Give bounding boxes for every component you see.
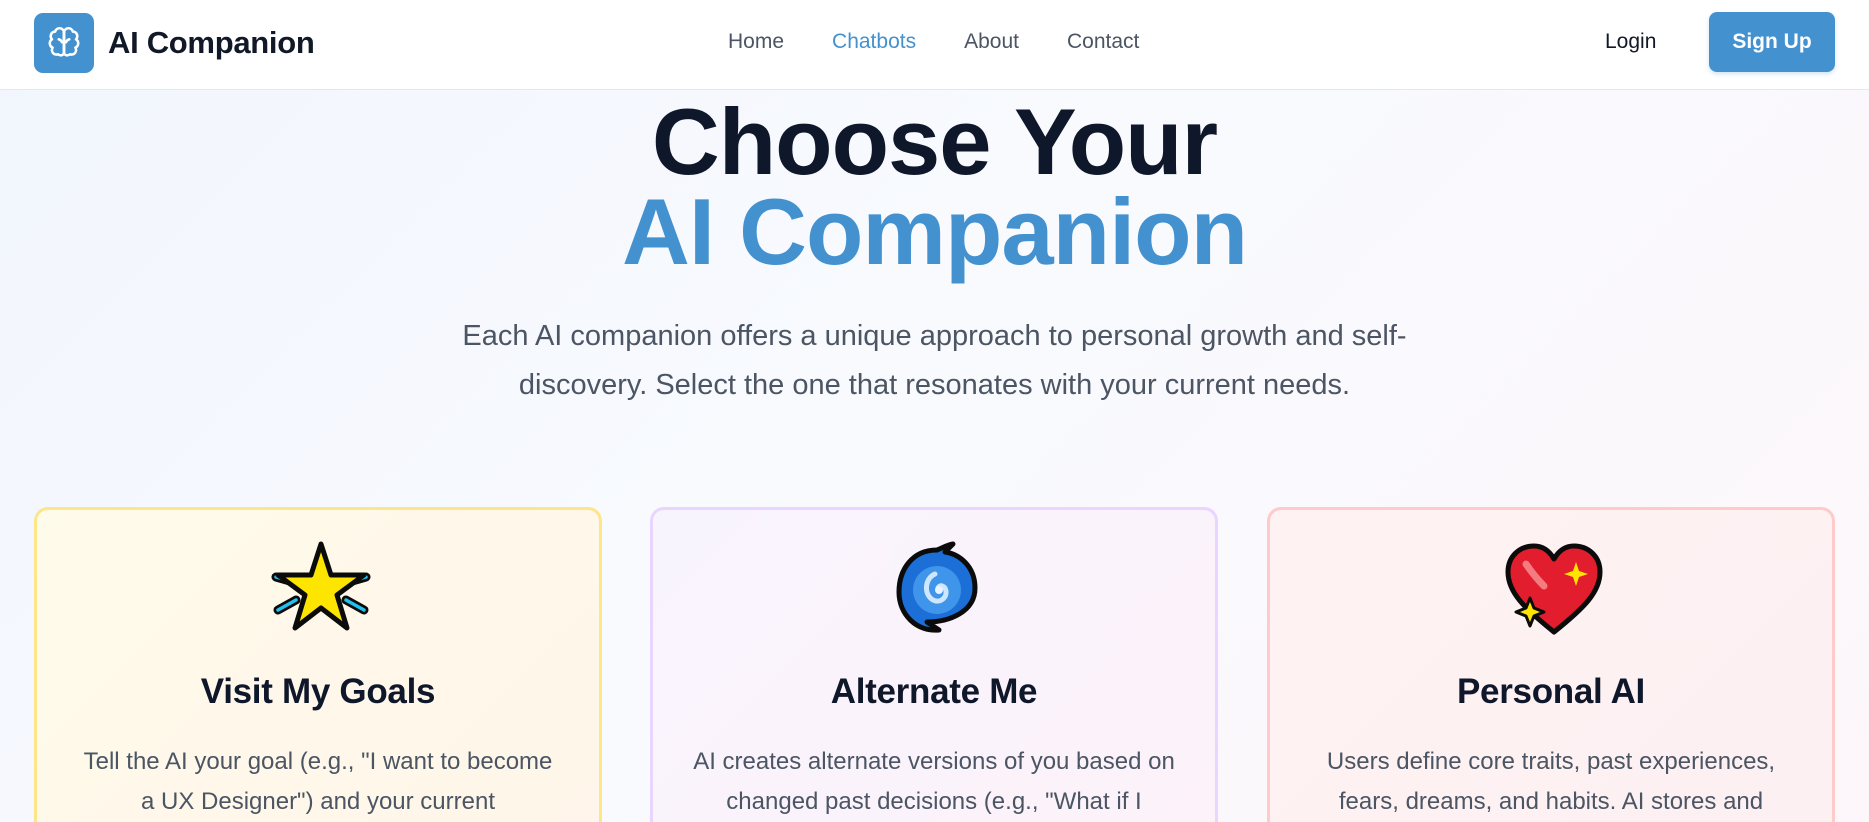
card-title: Visit My Goals [200, 672, 436, 711]
card-description: Users define core traits, past experienc… [1326, 748, 1776, 815]
companion-card-goals[interactable]: Visit My Goals Tell the AI your goal (e.… [34, 507, 602, 822]
nav-link-home[interactable]: Home [728, 30, 784, 54]
hero-title-accent: AI Companion [621, 179, 1248, 284]
nav-link-contact[interactable]: Contact [1067, 30, 1139, 54]
card-description: AI creates alternate versions of you bas… [693, 748, 1175, 815]
card-title: Alternate Me [830, 672, 1038, 711]
brain-icon [34, 13, 94, 73]
brand-name: AI Companion [108, 25, 315, 60]
nav-link-chatbots[interactable]: Chatbots [832, 30, 916, 54]
card-title: Personal AI [1457, 672, 1645, 711]
glowing-star-icon [271, 540, 371, 640]
brand-link[interactable]: AI Companion [34, 13, 315, 73]
signup-button[interactable]: Sign Up [1709, 12, 1835, 72]
main-nav: Home Chatbots About Contact [728, 0, 1187, 84]
login-link[interactable]: Login [1605, 0, 1656, 84]
companion-card-alternate[interactable]: Alternate Me AI creates alternate versio… [650, 507, 1218, 822]
nav-link-about[interactable]: About [964, 30, 1019, 54]
top-navbar: AI Companion Home Chatbots About Contact… [0, 0, 1869, 90]
card-description: Tell the AI your goal (e.g., "I want to … [83, 748, 553, 815]
hero-title: Choose Your [651, 89, 1218, 194]
companion-card-personal[interactable]: Personal AI Users define core traits, pa… [1267, 507, 1835, 822]
sparkling-heart-icon [1504, 540, 1604, 640]
hero-subtitle: Each AI companion offers a unique approa… [462, 320, 1407, 401]
cyclone-icon [887, 540, 987, 640]
